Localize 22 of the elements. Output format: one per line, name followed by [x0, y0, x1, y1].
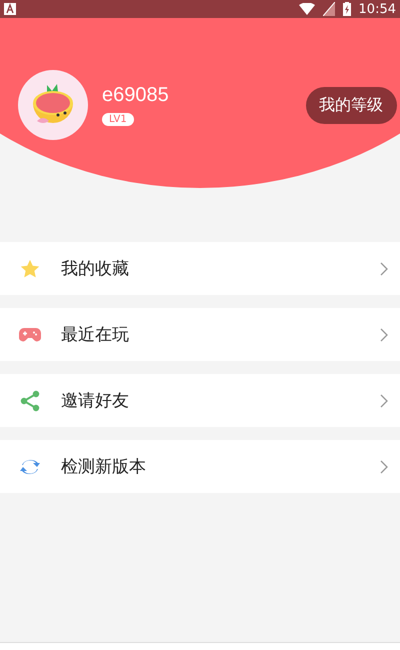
my-level-button[interactable]: 我的等级 — [306, 86, 397, 124]
menu-label: 我的收藏 — [61, 258, 130, 280]
chevron-right-icon — [380, 460, 388, 474]
status-time: 10:54 — [358, 2, 396, 16]
menu-label: 检测新版本 — [61, 456, 147, 478]
menu-item[interactable]: 邀请好友 — [0, 374, 400, 427]
menu-item[interactable]: 最近在玩 — [0, 308, 400, 361]
notification-icon — [4, 3, 16, 15]
gamepad-icon — [18, 326, 42, 344]
menu-label: 邀请好友 — [61, 390, 130, 412]
no-sim-icon — [322, 2, 335, 16]
username: e69085 — [102, 84, 170, 107]
share-icon — [19, 390, 41, 412]
level-badge: LV1 — [102, 113, 134, 126]
star-icon — [19, 258, 41, 280]
menu-item[interactable]: 检测新版本 — [0, 440, 400, 493]
chevron-right-icon — [380, 328, 388, 342]
menu-item[interactable]: 我的收藏 — [0, 242, 400, 295]
chevron-right-icon — [380, 394, 388, 408]
menu-label: 最近在玩 — [61, 324, 130, 346]
chevron-right-icon — [380, 262, 388, 276]
wifi-icon — [298, 3, 315, 15]
